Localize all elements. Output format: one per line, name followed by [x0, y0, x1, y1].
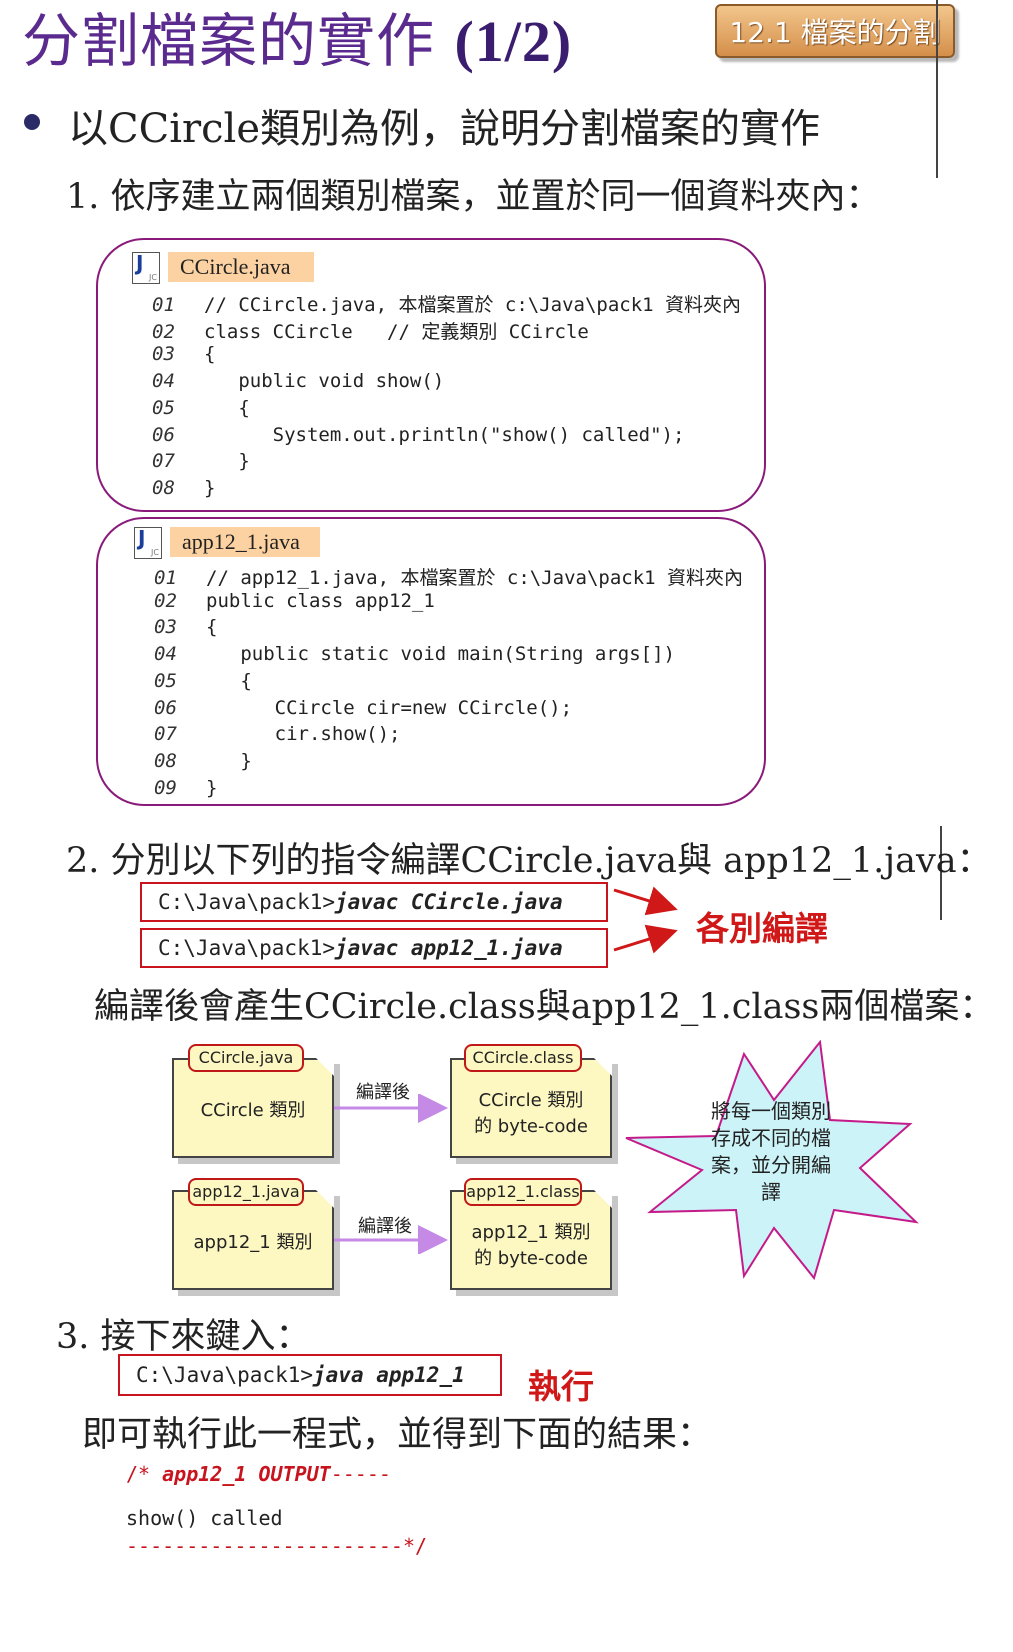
line-number: 03 [154, 616, 177, 639]
code-line: 01 // CCircle.java, 本檔案置於 c:\Java\pack1 資… [152, 290, 741, 317]
code-line: 01 // app12_1.java, 本檔案置於 c:\Java\pack1 資… [154, 563, 743, 590]
line-number: 01 [152, 294, 175, 316]
line-number: 04 [152, 370, 175, 393]
compile-command-2: C:\Java\pack1> javac app12_1.java [140, 928, 608, 968]
line-number: 07 [154, 723, 177, 746]
code-line: 04 public void show() [152, 370, 444, 397]
line-number: 08 [154, 749, 177, 772]
line-number: 06 [152, 423, 175, 446]
doc-tab-app12-class: app12_1.class [464, 1178, 582, 1206]
run-label: 執行 [528, 1367, 594, 1406]
code-text: cir.show(); [206, 723, 401, 746]
code-line: 02 public class app12_1 [154, 590, 435, 617]
line-number: 06 [154, 696, 177, 719]
line-number: 08 [152, 476, 175, 499]
output-footer: -----------------------*/ [126, 1534, 428, 1558]
after-compile-text: 編譯後會產生CCircle.class與app12_1.class兩個檔案： [94, 987, 995, 1027]
code-line: 07 cir.show(); [154, 723, 400, 750]
java-file-icon: J JC [132, 251, 160, 284]
code-text: } [206, 776, 218, 799]
code-line: 06 System.out.println("show() called"); [152, 424, 684, 451]
code-text: { [206, 616, 218, 639]
source-doc-ccircle: CCircle 類別 [172, 1058, 334, 1158]
bullet-text: 以CCircle類別為例，說明分割檔案的實作 [68, 106, 820, 152]
compile-command-1: C:\Java\pack1> javac CCircle.java [140, 882, 608, 922]
diagram-arrows [334, 1094, 448, 1254]
line-number: 03 [152, 343, 175, 366]
line-number: 05 [152, 396, 175, 419]
step1-text: 1. 依序建立兩個類別檔案，並置於同一個資料夾內： [66, 177, 881, 217]
run-command: C:\Java\pack1> java app12_1 [118, 1354, 502, 1396]
code-line: 03 { [154, 616, 217, 643]
arrow-label-2: 編譯後 [358, 1216, 412, 1237]
java-file-icon: J JC [134, 526, 162, 559]
code-line: 08} [152, 477, 215, 504]
code-text: public void show() [204, 370, 445, 393]
arrow-label-1: 編譯後 [356, 1082, 410, 1103]
code-line: 03 { [152, 343, 215, 370]
code-text: public static void main(String args[]) [206, 643, 675, 666]
output-line: show() called [126, 1506, 283, 1530]
code-text: } [204, 450, 250, 473]
step2-text: 2. 分別以下列的指令編譯CCircle.java與 app12_1.java： [66, 841, 992, 881]
result-text: 即可執行此一程式，並得到下面的結果： [82, 1415, 713, 1455]
output-doc-app12: app12_1 類別的 byte-code [450, 1190, 612, 1290]
right-divider-top [936, 0, 938, 178]
output-doc-ccircle: CCircle 類別的 byte-code [450, 1058, 612, 1158]
code-text: class CCircle // 定義類別 CCircle [204, 320, 589, 343]
line-number: 02 [152, 320, 175, 343]
code-text: public class app12_1 [206, 589, 435, 612]
compile-arrows [613, 886, 678, 954]
code-line: 06 CCircle cir=new CCircle(); [154, 697, 572, 724]
code-text: } [206, 749, 252, 772]
line-number: 05 [154, 669, 177, 692]
line-number: 01 [154, 567, 177, 589]
code-line: 04 public static void main(String args[]… [154, 643, 675, 670]
file-name-tab: app12_1.java [170, 527, 320, 557]
line-number: 04 [154, 643, 177, 666]
source-doc-app12: app12_1 類別 [172, 1190, 334, 1290]
doc-tab-ccircle-class: CCircle.class [464, 1044, 582, 1072]
starburst-text: 將每一個類別 存成不同的檔 案，並分開編譯 [711, 1099, 831, 1204]
code-text: CCircle cir=new CCircle(); [206, 696, 573, 719]
code-text: // CCircle.java, 本檔案置於 c:\Java\pack1 資料夾… [204, 294, 742, 316]
code-text: } [204, 476, 216, 499]
compile-label: 各別編譯 [696, 909, 828, 948]
page-title: 分割檔案的實作 (1/2) [22, 7, 573, 75]
code-line: 08 } [154, 750, 252, 777]
code-box-ccircle: J JC CCircle.java 01 // CCircle.java, 本檔案置… [96, 238, 766, 512]
doc-tab-app12-java: app12_1.java [188, 1178, 304, 1206]
step3-text: 3. 接下來鍵入： [56, 1317, 311, 1357]
doc-tab-ccircle-java: CCircle.java [188, 1044, 304, 1072]
code-text: { [204, 343, 216, 366]
line-number: 09 [154, 776, 177, 799]
code-line: 05 { [154, 670, 252, 697]
file-name-tab: CCircle.java [168, 252, 314, 282]
code-box-app12: J JC app12_1.java 01 // app12_1.java, 本檔案置… [96, 517, 766, 806]
code-line: 05 { [152, 397, 250, 424]
bullet-icon [24, 114, 40, 130]
code-line: 02 class CCircle // 定義類別 CCircle [152, 317, 589, 344]
code-text: // app12_1.java, 本檔案置於 c:\Java\pack1 資料夾… [206, 567, 744, 589]
starburst-callout [625, 1040, 919, 1280]
line-number: 07 [152, 450, 175, 473]
line-number: 02 [154, 589, 177, 612]
code-text: System.out.println("show() called"); [204, 423, 685, 446]
output-header: /* app12_1 OUTPUT----- [126, 1462, 391, 1486]
code-line: 07 } [152, 450, 250, 477]
code-text: { [206, 669, 252, 692]
code-text: { [204, 396, 250, 419]
section-badge: 12.1 檔案的分割 [715, 4, 955, 58]
code-line: 09} [154, 777, 217, 804]
